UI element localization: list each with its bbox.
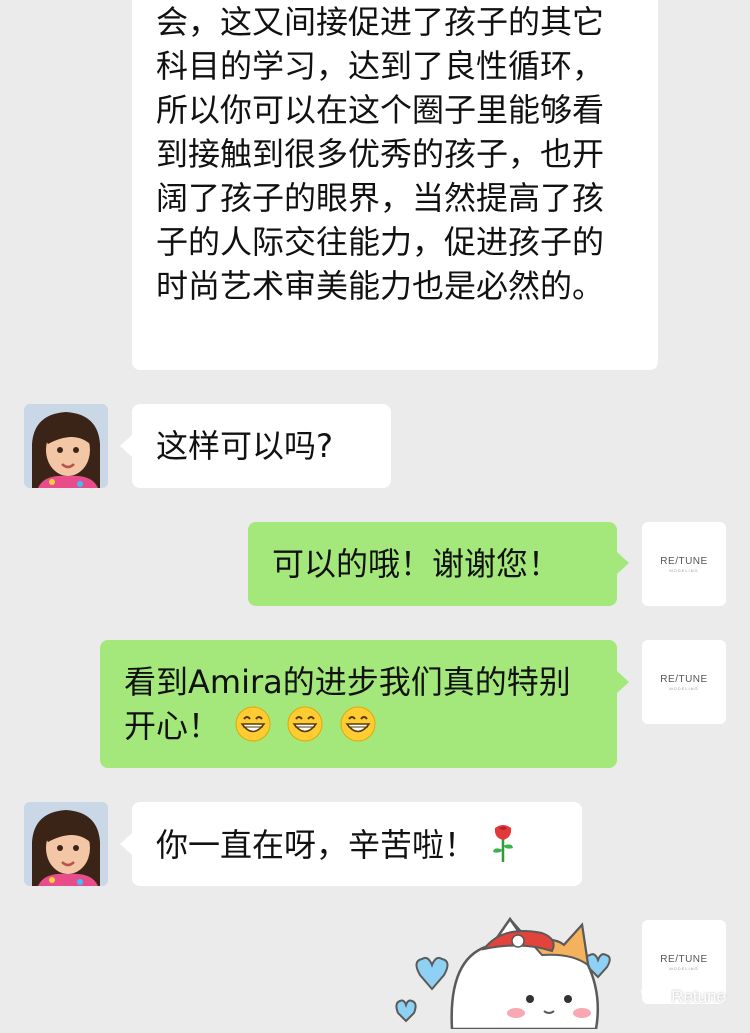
bubble-tail bbox=[617, 671, 629, 693]
message-text: 会，这又间接促进了孩子的其它科目的学习，达到了良性循环，所以你可以在这个圈子里能… bbox=[156, 3, 605, 305]
message-bubble-incoming[interactable]: 这样可以吗? bbox=[132, 404, 391, 488]
message-text: 可以的哦！谢谢您！ bbox=[272, 545, 561, 583]
bubble-tail bbox=[617, 552, 629, 574]
avatar-child[interactable] bbox=[24, 802, 108, 886]
watermark-text: Retune bbox=[671, 986, 726, 1006]
rose-emoji bbox=[490, 822, 516, 873]
cat-sticker[interactable] bbox=[392, 915, 622, 1031]
avatar-child[interactable] bbox=[24, 404, 108, 488]
message-text: 你一直在呀，辛苦啦！ bbox=[156, 826, 477, 864]
bubble-tail bbox=[120, 833, 132, 855]
message-bubble-incoming[interactable]: 你一直在呀，辛苦啦！ bbox=[132, 802, 582, 886]
message-bubble-incoming[interactable]: 会，这又间接促进了孩子的其它科目的学习，达到了良性循环，所以你可以在这个圈子里能… bbox=[132, 0, 658, 370]
bubble-tail bbox=[120, 435, 132, 457]
avatar-retune[interactable]: RE/TUNE MODELING bbox=[642, 522, 726, 606]
grin-emoji bbox=[339, 705, 377, 754]
wechat-icon bbox=[641, 984, 666, 1009]
grin-emoji bbox=[234, 705, 272, 754]
message-bubble-outgoing[interactable]: 可以的哦！谢谢您！ bbox=[248, 522, 617, 606]
watermark: Retune bbox=[641, 984, 726, 1009]
message-text: 这样可以吗? bbox=[156, 427, 333, 465]
message-bubble-outgoing[interactable]: 看到Amira的进步我们真的特别开心！ bbox=[100, 640, 617, 768]
grin-emoji bbox=[286, 705, 324, 754]
avatar-retune[interactable]: RE/TUNE MODELING bbox=[642, 640, 726, 724]
